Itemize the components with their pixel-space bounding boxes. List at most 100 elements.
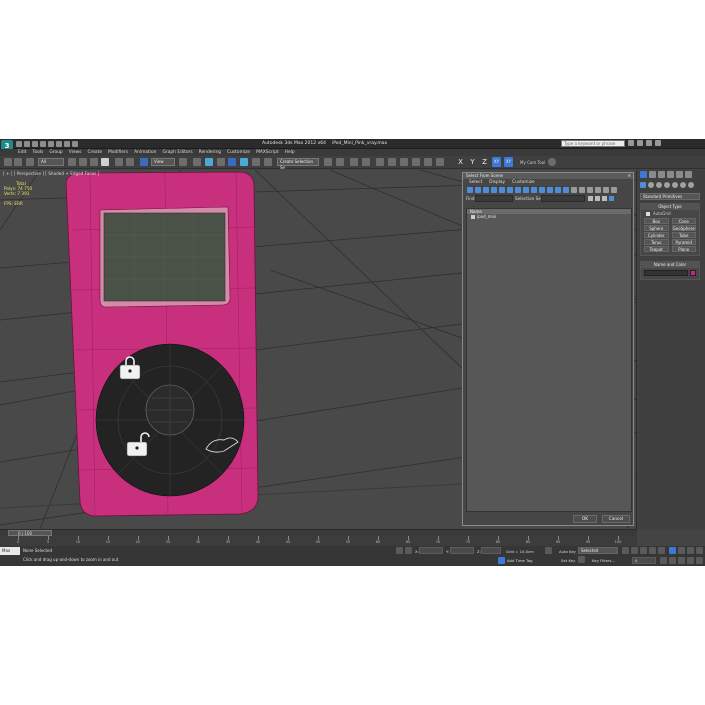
help-icon[interactable] (628, 140, 634, 146)
align-icon[interactable] (336, 158, 344, 166)
pivot-center-icon[interactable] (179, 158, 187, 166)
set-key-icon[interactable] (578, 556, 585, 563)
field-of-view-icon[interactable] (669, 557, 676, 564)
zoom-extents-all-icon[interactable] (696, 547, 703, 554)
next-frame-icon[interactable] (649, 547, 656, 554)
z-coordinate-field[interactable] (481, 547, 501, 554)
display-bones-icon[interactable] (531, 187, 537, 193)
find-case-icon[interactable] (588, 196, 593, 201)
dialog-menu-display[interactable]: Display (489, 179, 505, 186)
redo-icon[interactable] (48, 141, 54, 147)
redo-icon[interactable] (14, 158, 22, 166)
filter-icon[interactable] (611, 187, 617, 193)
play-icon[interactable] (640, 547, 647, 554)
rectangular-selection-icon[interactable] (90, 158, 98, 166)
primitive-type-dropdown[interactable]: Standard Primitives (640, 193, 700, 200)
axis-x-button[interactable]: X (456, 157, 465, 167)
previous-frame-icon[interactable] (631, 547, 638, 554)
keyboard-shortcut-icon[interactable] (205, 158, 213, 166)
select-object-icon[interactable] (68, 158, 76, 166)
undo-icon[interactable] (4, 158, 12, 166)
time-slider[interactable]: 0 / 100 (0, 529, 637, 536)
goto-start-icon[interactable] (622, 547, 629, 554)
systems-category-icon[interactable] (688, 182, 694, 188)
display-containers-icon[interactable] (539, 187, 545, 193)
curve-editor-icon[interactable] (376, 158, 384, 166)
add-time-tag-label[interactable]: Add Time Tag (507, 558, 532, 563)
cameras-category-icon[interactable] (664, 182, 670, 188)
menu-maxscript[interactable]: MAXScript (256, 149, 279, 156)
lights-category-icon[interactable] (656, 182, 662, 188)
display-frozen-icon[interactable] (547, 187, 553, 193)
render-production-icon[interactable] (436, 158, 444, 166)
zoom-extents-icon[interactable] (687, 547, 694, 554)
hold-icon[interactable] (56, 141, 62, 147)
project-folder-icon[interactable] (72, 141, 78, 147)
menu-graph-editors[interactable]: Graph Editors (162, 149, 192, 156)
absolute-mode-icon[interactable] (405, 547, 412, 554)
select-none-icon[interactable] (595, 187, 601, 193)
graphite-toolbar-icon[interactable] (362, 158, 370, 166)
menu-modifiers[interactable]: Modifiers (108, 149, 128, 156)
select-manipulate-icon[interactable] (193, 158, 201, 166)
x-coordinate-field[interactable] (419, 547, 443, 554)
mirror-icon[interactable] (324, 158, 332, 166)
display-shapes-icon[interactable] (475, 187, 481, 193)
dialog-menu-select[interactable]: Select (469, 179, 482, 186)
save-file-icon[interactable] (32, 141, 38, 147)
display-none-icon[interactable] (571, 187, 577, 193)
select-by-name-icon[interactable] (79, 158, 87, 166)
fetch-icon[interactable] (64, 141, 70, 147)
snaps-toggle-icon[interactable] (217, 158, 225, 166)
menu-group[interactable]: Group (49, 149, 62, 156)
hierarchy-tab-icon[interactable] (658, 171, 665, 178)
axis-z-button[interactable]: Z (480, 157, 489, 167)
scene-object-list[interactable]: Name ipod_mini (466, 208, 632, 512)
cylinder-button[interactable]: Cylinder (644, 232, 669, 238)
reference-coord-dropdown[interactable]: View (151, 158, 175, 166)
dialog-close-icon[interactable]: ✕ (628, 173, 631, 179)
new-file-icon[interactable] (16, 141, 22, 147)
plane-button[interactable]: Plane (671, 246, 696, 252)
layer-manager-icon[interactable] (350, 158, 358, 166)
percent-snap-icon[interactable] (240, 158, 248, 166)
maximize-viewport-icon[interactable] (696, 557, 703, 564)
find-wildcard-icon[interactable] (595, 196, 600, 201)
scale-icon[interactable] (140, 158, 148, 166)
y-coordinate-field[interactable] (450, 547, 474, 554)
utilities-tab-icon[interactable] (685, 171, 692, 178)
select-link-icon[interactable] (26, 158, 34, 166)
space-warps-category-icon[interactable] (680, 182, 686, 188)
rotate-icon[interactable] (126, 158, 134, 166)
axis-y-button[interactable]: Y (468, 157, 477, 167)
help-search-input[interactable]: Type a keyword or phrase (561, 140, 625, 147)
menu-animation[interactable]: Animation (134, 149, 156, 156)
axis-xy-plane-button[interactable]: XY (504, 157, 513, 167)
menu-rendering[interactable]: Rendering (199, 149, 221, 156)
orbit-icon[interactable] (687, 557, 694, 564)
rendered-frame-window-icon[interactable] (424, 158, 432, 166)
current-frame-field[interactable]: 0 (632, 557, 656, 564)
selection-set-dropdown[interactable] (541, 195, 585, 202)
display-lights-icon[interactable] (483, 187, 489, 193)
menu-tools[interactable]: Tools (33, 149, 44, 156)
menu-help[interactable]: Help (285, 149, 295, 156)
motion-tab-icon[interactable] (667, 171, 674, 178)
name-and-color-header[interactable]: Name and Color (641, 262, 699, 268)
dialog-title-bar[interactable]: Select From Scene ✕ (463, 173, 633, 179)
undo-icon[interactable] (40, 141, 46, 147)
maxscript-listener[interactable]: Max (0, 547, 20, 555)
box-button[interactable]: Box (644, 218, 669, 224)
ipod-mini-model[interactable] (65, 171, 259, 517)
display-xrefs-icon[interactable] (523, 187, 529, 193)
named-selection-dropdown[interactable]: Create Selection Se (277, 158, 319, 170)
key-filter-selection-dropdown[interactable]: Selected (578, 547, 618, 554)
cone-button[interactable]: Cone (671, 218, 696, 224)
spinner-snap-icon[interactable] (252, 158, 260, 166)
close-icon[interactable] (655, 140, 661, 146)
auto-key-button[interactable]: Auto Key (559, 549, 576, 554)
selection-filter-dropdown[interactable]: All (38, 158, 64, 166)
autogrid-checkbox[interactable]: AutoGrid (641, 210, 699, 217)
list-item[interactable]: ipod_mini (467, 214, 631, 220)
display-groups-icon[interactable] (515, 187, 521, 193)
